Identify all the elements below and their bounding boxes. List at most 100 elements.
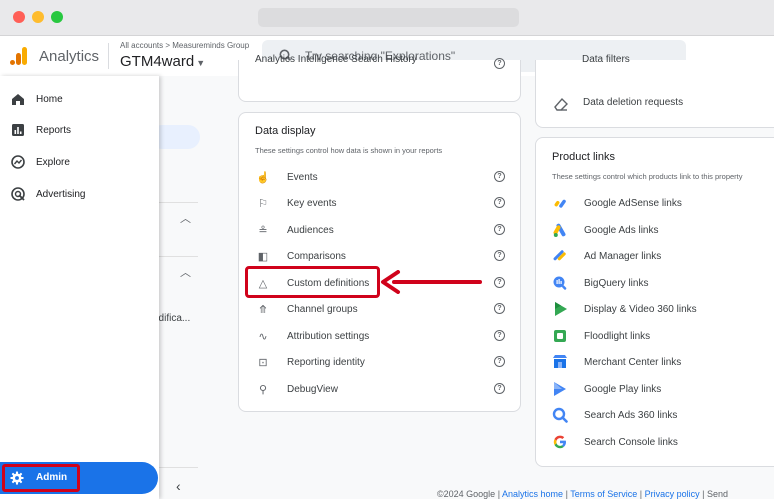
adsense-icon	[554, 199, 566, 208]
nav-item-advertising[interactable]: Advertising	[0, 180, 159, 208]
data-deletion-requests-link[interactable]: Data deletion requests	[583, 97, 683, 108]
row-label: Search Console links	[584, 436, 678, 448]
help-icon[interactable]: ?	[494, 250, 505, 261]
bigquery-links-row[interactable]: BigQuery links	[552, 273, 648, 293]
row-label: Merchant Center links	[584, 356, 682, 368]
divider	[158, 256, 198, 257]
property-selector[interactable]: GTM4ward ▼	[120, 53, 205, 70]
help-icon[interactable]: ?	[494, 58, 505, 69]
chevron-up-icon[interactable]: ︿	[180, 264, 191, 280]
account-breadcrumb[interactable]: All accounts > Measureminds Group	[120, 41, 249, 50]
google-ads-icon	[553, 223, 566, 237]
help-icon[interactable]: ?	[494, 303, 505, 314]
audiences-icon: ≗	[258, 224, 268, 237]
nav-item-label: Explore	[36, 156, 70, 168]
nav-item-explore[interactable]: Explore	[0, 148, 159, 176]
analytics-logo-icon	[10, 47, 27, 65]
close-window-button[interactable]	[13, 11, 25, 23]
search-console-links-row[interactable]: Search Console links	[552, 432, 678, 452]
chevron-up-icon[interactable]: ︿	[180, 210, 191, 226]
minimize-window-button[interactable]	[32, 11, 44, 23]
search-ads-360-links-row[interactable]: Search Ads 360 links	[552, 405, 677, 425]
identity-icon: ⊡	[258, 356, 268, 369]
google-play-links-row[interactable]: Google Play links	[552, 379, 661, 399]
footer-link-analytics-home[interactable]: Analytics home	[502, 489, 563, 499]
merchant-center-links-row[interactable]: Merchant Center links	[552, 352, 681, 372]
annotation-highlight-box	[2, 464, 80, 492]
debug-icon: ⚲	[258, 383, 268, 396]
row-label: Comparisons	[287, 250, 346, 262]
help-icon[interactable]: ?	[494, 171, 505, 182]
row-label: Floodlight links	[584, 330, 651, 342]
nav-item-label: Reports	[36, 124, 72, 136]
help-icon[interactable]: ?	[494, 383, 505, 394]
collapse-chevron-left-icon[interactable]: ‹	[176, 478, 181, 494]
explore-icon	[11, 155, 25, 169]
nav-item-home[interactable]: Home	[0, 85, 159, 113]
google-play-icon	[554, 382, 566, 396]
row-label: Google Ads links	[584, 224, 659, 236]
row-label: BigQuery links	[584, 277, 649, 289]
navigation-drawer: Home Reports Explore Advertising	[0, 76, 159, 499]
google-ads-links-row[interactable]: Google Ads links	[552, 220, 659, 240]
comparisons-icon: ◧	[257, 250, 269, 263]
nav-item-reports[interactable]: Reports	[0, 116, 159, 144]
audiences-row[interactable]: ≗ Audiences	[255, 220, 334, 240]
property-settings-card-partial: Analytics Intelligence Search History ?	[238, 54, 521, 102]
eraser-icon	[554, 97, 568, 111]
card-title: Data display	[255, 125, 316, 137]
row-label: Search Ads 360 links	[584, 409, 678, 421]
footer-link-privacy[interactable]: Privacy policy	[645, 489, 700, 499]
partial-row-label[interactable]: Analytics Intelligence Search History	[255, 54, 417, 65]
help-icon[interactable]: ?	[494, 224, 505, 235]
adsense-links-row[interactable]: Google AdSense links	[552, 193, 682, 213]
google-g-icon	[553, 435, 566, 449]
reports-icon	[12, 124, 24, 136]
address-bar[interactable]	[258, 8, 519, 27]
annotation-highlight-box	[245, 266, 380, 298]
maximize-window-button[interactable]	[51, 11, 63, 23]
nav-item-label: Home	[36, 93, 63, 105]
annotation-arrow	[381, 270, 482, 294]
debugview-row[interactable]: ⚲ DebugView	[255, 379, 338, 399]
row-label: Audiences	[287, 224, 334, 236]
dv360-links-row[interactable]: Display & Video 360 links	[552, 299, 697, 319]
help-icon[interactable]: ?	[494, 197, 505, 208]
partial-row-label[interactable]: Data filters	[582, 54, 630, 65]
search-ads-360-icon	[552, 407, 568, 423]
comparisons-row[interactable]: ◧ Comparisons	[255, 246, 346, 266]
product-links-card: Product links These settings control whi…	[535, 137, 774, 467]
floodlight-icon	[554, 330, 566, 342]
help-icon[interactable]: ?	[494, 356, 505, 367]
floodlight-links-row[interactable]: Floodlight links	[552, 326, 650, 346]
home-icon	[12, 94, 24, 105]
footer-copyright: ©2024 Google	[437, 489, 496, 499]
touch-icon: ☝	[256, 171, 270, 184]
help-icon[interactable]: ?	[494, 330, 505, 341]
row-label: DebugView	[287, 383, 338, 395]
product-name: Analytics	[39, 48, 100, 65]
browser-titlebar	[0, 0, 774, 36]
events-row[interactable]: ☝ Events	[255, 167, 318, 187]
data-display-card: Data display These settings control how …	[238, 112, 521, 412]
row-label: Reporting identity	[287, 356, 365, 368]
row-label: Attribution settings	[287, 330, 370, 342]
footer-link-terms[interactable]: Terms of Service	[570, 489, 637, 499]
row-label: Key events	[287, 197, 337, 209]
reporting-identity-row[interactable]: ⊡ Reporting identity	[255, 352, 365, 372]
row-label: Google Play links	[584, 383, 662, 395]
attribution-settings-row[interactable]: ∿ Attribution settings	[255, 326, 369, 346]
merchant-center-icon	[553, 355, 567, 368]
row-label: Events	[287, 171, 318, 183]
advertising-icon	[11, 187, 25, 201]
help-icon[interactable]: ?	[494, 277, 505, 288]
dv360-icon	[555, 302, 567, 316]
nav-item-label: Advertising	[36, 188, 86, 200]
footer-link-send-feedback[interactable]: Send	[707, 489, 728, 499]
ad-manager-links-row[interactable]: Ad Manager links	[552, 246, 661, 266]
footer: ©2024 Google | Analytics home | Terms of…	[437, 489, 729, 499]
key-events-row[interactable]: ⚐ Key events	[255, 193, 336, 213]
divider	[158, 202, 198, 203]
channel-groups-row[interactable]: ⤊ Channel groups	[255, 299, 357, 319]
property-name: GTM4ward	[120, 53, 195, 70]
